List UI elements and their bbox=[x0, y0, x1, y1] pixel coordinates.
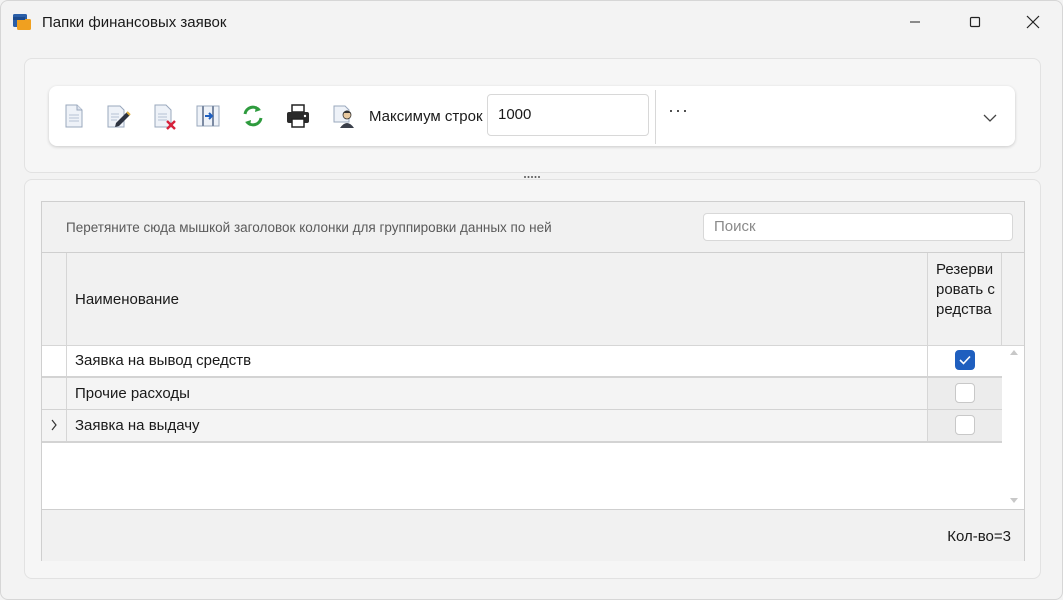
column-header-reserve-label: Резервировать средства bbox=[936, 261, 995, 318]
max-rows-label: Максимум строк bbox=[369, 108, 483, 125]
reserve-checkbox[interactable] bbox=[955, 383, 975, 403]
table-row[interactable]: Заявка на выдачу bbox=[42, 410, 1002, 443]
max-rows-input[interactable]: 1000 bbox=[487, 94, 649, 136]
refresh-icon[interactable] bbox=[239, 102, 267, 130]
current-row-icon bbox=[51, 419, 57, 431]
reserve-checkbox[interactable] bbox=[955, 415, 975, 435]
header-indicator bbox=[42, 253, 67, 345]
row-name: Заявка на выдачу bbox=[75, 417, 200, 434]
row-name: Заявка на вывод средств bbox=[75, 352, 252, 369]
minimize-icon bbox=[910, 21, 920, 23]
row-count: Кол-во=3 bbox=[947, 528, 1011, 545]
data-grid: Перетяните сюда мышкой заголовок колонки… bbox=[41, 201, 1025, 561]
row-indicator bbox=[42, 345, 67, 376]
column-header-name[interactable]: Наименование bbox=[75, 291, 179, 308]
column-header: Наименование Резервировать средства bbox=[42, 253, 1024, 346]
reserve-cell bbox=[927, 410, 1002, 441]
toolbar: Максимум строк 1000 ··· bbox=[49, 86, 1015, 146]
column-header-reserve[interactable]: Резервировать средства bbox=[927, 253, 1002, 345]
reserve-checkbox[interactable] bbox=[955, 350, 975, 370]
app-window: Папки финансовых заявок Максимум строк 1… bbox=[0, 0, 1063, 600]
scroll-up-icon bbox=[1010, 350, 1018, 355]
row-indicator bbox=[42, 410, 67, 441]
close-icon bbox=[1026, 15, 1040, 29]
group-panel[interactable]: Перетяните сюда мышкой заголовок колонки… bbox=[42, 202, 1024, 253]
window-title: Папки финансовых заявок bbox=[42, 14, 227, 31]
grid-footer: Кол-во=3 bbox=[42, 509, 1024, 561]
close-button[interactable] bbox=[1010, 7, 1056, 37]
chevron-down-icon[interactable] bbox=[983, 113, 997, 123]
table-row[interactable]: Прочие расходы bbox=[42, 378, 1002, 411]
more-options-button[interactable]: ··· bbox=[668, 100, 689, 121]
row-name: Прочие расходы bbox=[75, 385, 190, 402]
scroll-down-icon bbox=[1010, 498, 1018, 503]
columns-icon[interactable] bbox=[194, 102, 222, 130]
checkmark-icon bbox=[959, 355, 971, 365]
toolbar-separator bbox=[655, 90, 656, 144]
table-row[interactable]: Заявка на вывод средств bbox=[42, 345, 1002, 378]
reserve-cell bbox=[927, 345, 1002, 376]
group-hint: Перетяните сюда мышкой заголовок колонки… bbox=[66, 220, 552, 235]
row-indicator bbox=[42, 378, 67, 409]
delete-icon[interactable] bbox=[150, 102, 178, 130]
edit-icon[interactable] bbox=[104, 102, 132, 130]
print-icon[interactable] bbox=[284, 102, 312, 130]
minimize-button[interactable] bbox=[892, 7, 938, 37]
title-bar: Папки финансовых заявок bbox=[1, 1, 1062, 43]
maximize-icon bbox=[969, 16, 981, 28]
search-input[interactable]: Поиск bbox=[703, 213, 1013, 241]
maximize-button[interactable] bbox=[952, 7, 998, 37]
reserve-cell bbox=[927, 378, 1002, 409]
user-access-icon[interactable] bbox=[330, 102, 358, 130]
folder-app-icon bbox=[13, 14, 31, 30]
vertical-scrollbar[interactable] bbox=[1004, 345, 1024, 509]
new-document-icon[interactable] bbox=[60, 102, 88, 130]
